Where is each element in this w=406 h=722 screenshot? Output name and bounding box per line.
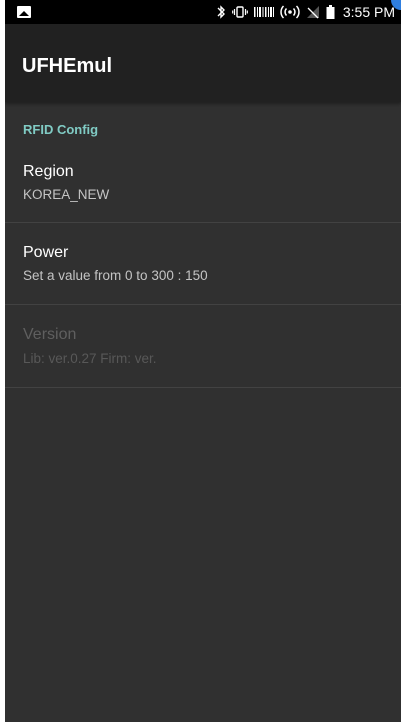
- preference-version: Version Lib: ver.0.27 Firm: ver.: [5, 305, 401, 388]
- preference-region[interactable]: Region KOREA_NEW: [5, 145, 401, 223]
- status-time: 3:55 PM: [342, 4, 395, 20]
- app-bar: UFHEmul: [5, 24, 401, 102]
- battery-icon: [326, 5, 335, 19]
- app-title: UFHEmul: [22, 55, 112, 77]
- preference-summary: Lib: ver.0.27 Firm: ver.: [23, 351, 157, 366]
- preference-title: Version: [23, 326, 77, 343]
- preference-category-title: RFID Config: [23, 122, 99, 137]
- no-signal-icon: [306, 5, 320, 19]
- hotspot-icon: [280, 5, 300, 19]
- image-icon: [17, 6, 31, 18]
- status-icons: 3:55 PM: [216, 0, 395, 24]
- preference-power[interactable]: Power Set a value from 0 to 300 : 150: [5, 223, 401, 305]
- preference-title: Region: [23, 163, 74, 180]
- status-bar: 3:55 PM: [5, 0, 401, 24]
- vibrate-icon: [231, 5, 248, 19]
- bluetooth-icon: [216, 5, 226, 19]
- preference-summary: Set a value from 0 to 300 : 150: [23, 268, 208, 283]
- app-screen: 3:55 PM UFHEmul RFID Config Region KOREA…: [5, 0, 401, 722]
- preference-summary: KOREA_NEW: [23, 187, 110, 202]
- barcode-icon: [253, 5, 274, 19]
- preference-title: Power: [23, 244, 69, 261]
